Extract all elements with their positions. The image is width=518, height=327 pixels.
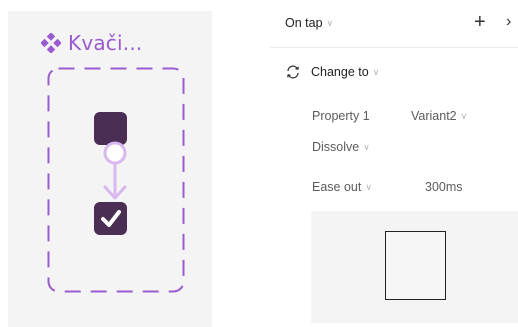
preview-frame	[385, 231, 446, 300]
animation-label: Dissolve	[312, 140, 360, 154]
panel-divider	[270, 47, 518, 48]
property-value-dropdown[interactable]: Variant2 ∨	[411, 109, 467, 123]
variant-2-checkbox[interactable]	[94, 202, 127, 235]
component-diamond-icon	[41, 33, 61, 53]
animation-preview	[311, 211, 518, 323]
property-label: Property 1	[312, 109, 370, 123]
easing-label: Ease out	[312, 180, 362, 194]
trigger-label: On tap	[285, 16, 323, 30]
chevron-right-icon[interactable]: ›	[506, 12, 511, 32]
animation-dropdown[interactable]: Dissolve ∨	[312, 140, 370, 154]
action-label: Change to	[311, 65, 369, 79]
duration-input[interactable]: 300ms	[425, 180, 463, 194]
component-set-name: Kvači...	[68, 31, 143, 55]
chevron-down-icon: ∨	[372, 66, 380, 77]
chevron-down-icon: ∨	[326, 17, 334, 28]
action-dropdown[interactable]: Change to ∨	[285, 64, 379, 80]
variant-1-checkbox[interactable]	[94, 112, 127, 145]
property-value: Variant2	[411, 109, 457, 123]
component-set-title[interactable]: Kvači...	[41, 31, 142, 55]
trigger-dropdown[interactable]: On tap ∨	[285, 16, 333, 30]
component-set-frame[interactable]	[47, 67, 185, 293]
swap-arrows-icon	[287, 65, 299, 79]
chevron-down-icon: ∨	[365, 181, 372, 192]
plus-icon[interactable]: +	[474, 12, 486, 32]
easing-dropdown[interactable]: Ease out ∨	[312, 180, 372, 194]
chevron-down-icon: ∨	[460, 110, 468, 121]
chevron-down-icon: ∨	[363, 141, 370, 152]
prototype-connection-handle[interactable]	[103, 141, 127, 165]
